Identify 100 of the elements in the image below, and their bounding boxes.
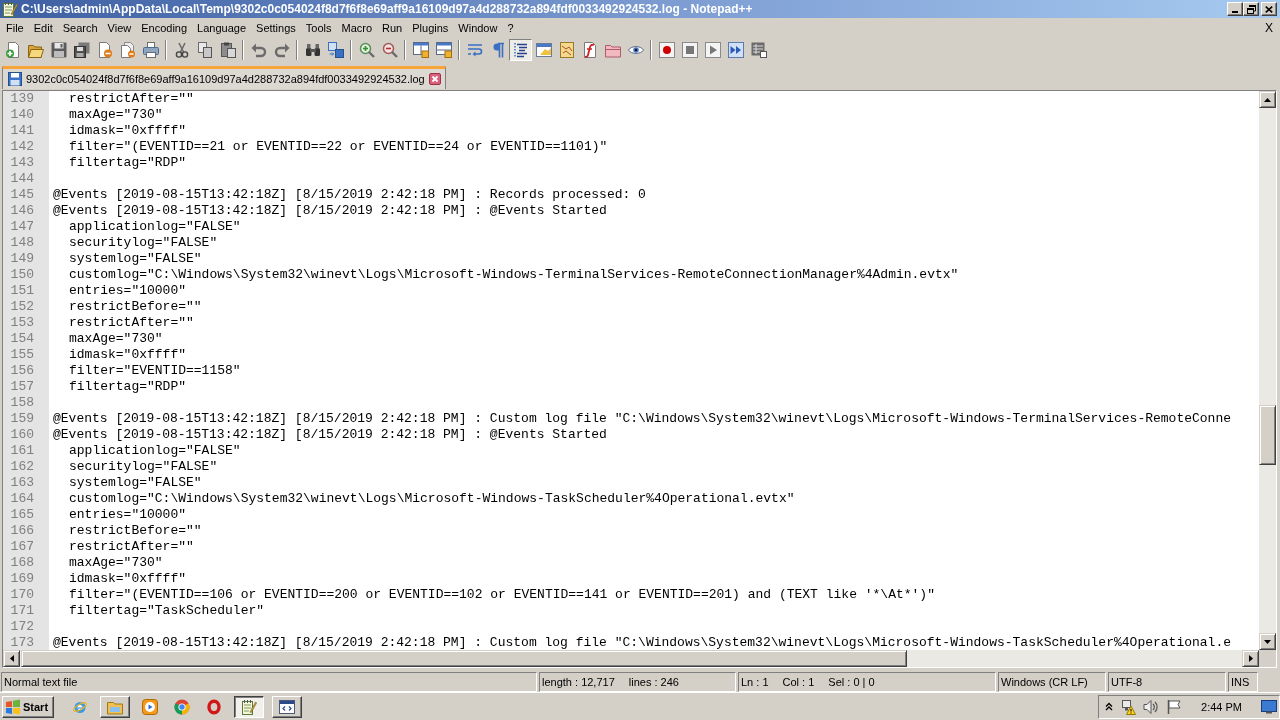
- menu-item[interactable]: Settings: [251, 19, 301, 37]
- speaker-icon[interactable]: [1143, 698, 1160, 715]
- code-line: @Events [2019-08-15T13:42:18Z] [8/15/2019 2:42:18 PM] : Records processed: 0: [53, 187, 646, 203]
- close-icon[interactable]: [428, 73, 441, 85]
- menu-item[interactable]: Run: [377, 19, 408, 37]
- column-text: Col : 1: [782, 676, 815, 688]
- scissors-icon: [173, 42, 190, 58]
- code-line: securitylog="FALSE": [69, 459, 218, 475]
- code-line: idmask="0xffff": [69, 571, 187, 587]
- text-editor[interactable]: [2, 90, 1277, 668]
- vertical-scrollbar[interactable]: [1259, 91, 1276, 650]
- flag-icon[interactable]: [1166, 698, 1183, 715]
- code-line: systemlog="FALSE": [69, 475, 202, 491]
- redo-icon: [273, 42, 290, 58]
- line-number: 158: [3, 395, 49, 411]
- indent-guide-button[interactable]: [509, 39, 532, 61]
- code-line: filter="(EVENTID==106 or EVENTID==200 or EVENTID==102 or EVENTID==141 or EVENTID==201) and (TEXT like '*\At*')": [69, 587, 935, 603]
- line-number: 172: [3, 619, 49, 635]
- menu-item[interactable]: Plugins: [407, 19, 454, 37]
- code-line: filtertag="RDP": [69, 379, 187, 395]
- documents-minus-icon: [119, 42, 136, 58]
- line-number: 161: [3, 443, 49, 459]
- line-number: 146: [3, 203, 49, 219]
- play-tile-icon: [142, 698, 158, 715]
- code-line: @Events [2019-08-15T13:42:18Z] [8/15/2019 2:42:18 PM] : Custom log file "C:\Windows\System32\winevt\Logs\Microsoft-Windows-TaskScheduler%4Operational.e: [53, 635, 1231, 650]
- menu-item[interactable]: Edit: [28, 19, 58, 37]
- line-number: 171: [3, 603, 49, 619]
- close-document-button[interactable]: X: [1262, 20, 1276, 36]
- menu-item[interactable]: ?: [502, 19, 519, 37]
- round-logo-icon: [174, 698, 190, 715]
- menu-item[interactable]: File: [1, 19, 29, 37]
- menu-item[interactable]: Search: [57, 19, 103, 37]
- code-line: applicationlog="FALSE": [69, 443, 241, 459]
- scroll-left-button[interactable]: [3, 650, 20, 667]
- zoom-out-icon: [381, 42, 398, 58]
- line-position-text: Ln : 1: [741, 676, 769, 688]
- clipboard-icon: [219, 42, 236, 58]
- line-ending-text: Windows (CR LF): [1001, 676, 1088, 688]
- scrollbar-thumb[interactable]: [1259, 405, 1276, 465]
- menu-item[interactable]: Encoding: [136, 19, 193, 37]
- folder-icon: [27, 42, 44, 58]
- menu-item[interactable]: Macro: [336, 19, 378, 37]
- menu-item[interactable]: Language: [192, 19, 252, 37]
- code-line: customlog="C:\Windows\System32\winevt\Logs\Microsoft-Windows-TaskScheduler%4Operational.evtx": [69, 491, 795, 507]
- line-number: 164: [3, 491, 49, 507]
- line-number: 150: [3, 267, 49, 283]
- line-number: 166: [3, 523, 49, 539]
- code-line: restrictBefore="": [69, 299, 202, 315]
- code-line: securitylog="FALSE": [69, 235, 218, 251]
- line-number: 144: [3, 171, 49, 187]
- scrollbar-thumb[interactable]: [21, 650, 907, 667]
- line-number: 159: [3, 411, 49, 427]
- code-line: filtertag="RDP": [69, 155, 187, 171]
- restore-icon: [1246, 4, 1256, 14]
- binoculars-icon: [304, 42, 321, 58]
- close-button[interactable]: [1261, 2, 1277, 16]
- network-warning-icon[interactable]: [1120, 698, 1137, 715]
- folder-icon: [604, 42, 621, 58]
- encoding-text: UTF-8: [1111, 676, 1143, 688]
- code-line: restrictAfter="": [69, 315, 194, 331]
- triangle-down-icon: [1264, 639, 1271, 644]
- line-number: 169: [3, 571, 49, 587]
- line-number: 148: [3, 235, 49, 251]
- horizontal-scrollbar[interactable]: [3, 650, 1259, 667]
- function-icon: [581, 42, 598, 58]
- indent-guide-icon: [512, 42, 529, 58]
- line-number: 142: [3, 139, 49, 155]
- scroll-right-button[interactable]: [1242, 650, 1259, 667]
- fast-forward-icon: [727, 42, 744, 58]
- code-line: restrictAfter="": [69, 539, 194, 555]
- start-button[interactable]: Start: [2, 695, 54, 718]
- line-number: 168: [3, 555, 49, 571]
- line-count-text: lines : 246: [628, 676, 679, 688]
- document-plus-icon: [4, 42, 21, 58]
- code-window-icon: [279, 698, 295, 715]
- menu-item[interactable]: Window: [453, 19, 503, 37]
- undo-icon: [250, 42, 267, 58]
- line-number: 167: [3, 539, 49, 555]
- stop-icon: [681, 42, 698, 58]
- menu-item[interactable]: Tools: [300, 19, 337, 37]
- code-line: @Events [2019-08-15T13:42:18Z] [8/15/2019 2:42:18 PM] : @Events Started: [53, 203, 607, 219]
- clock-text: 2:44 PM: [1201, 700, 1242, 713]
- scroll-up-button[interactable]: [1259, 91, 1276, 108]
- code-line: filtertag="TaskScheduler": [69, 603, 265, 619]
- replace-icon: [327, 42, 344, 58]
- line-number: 157: [3, 379, 49, 395]
- close-icon: [1265, 5, 1273, 13]
- menu-item[interactable]: View: [102, 19, 137, 37]
- line-number: 170: [3, 587, 49, 603]
- scroll-down-button[interactable]: [1259, 633, 1276, 650]
- minimize-button[interactable]: [1227, 2, 1243, 16]
- monitor-icon[interactable]: [1261, 698, 1277, 715]
- word-wrap-icon: [466, 42, 483, 58]
- file-tab[interactable]: 9302c0c054024f8d7f6f8e69aff9a16109d97a4d288732a894fdf0033492924532.log: [2, 66, 446, 89]
- restore-button[interactable]: [1243, 2, 1259, 16]
- selection-text: Sel : 0 | 0: [828, 676, 875, 688]
- picture-window-icon: [535, 42, 552, 58]
- chevron-up-icon[interactable]: [1105, 702, 1114, 711]
- taskbar-button[interactable]: [234, 695, 264, 718]
- map-icon: [558, 42, 575, 58]
